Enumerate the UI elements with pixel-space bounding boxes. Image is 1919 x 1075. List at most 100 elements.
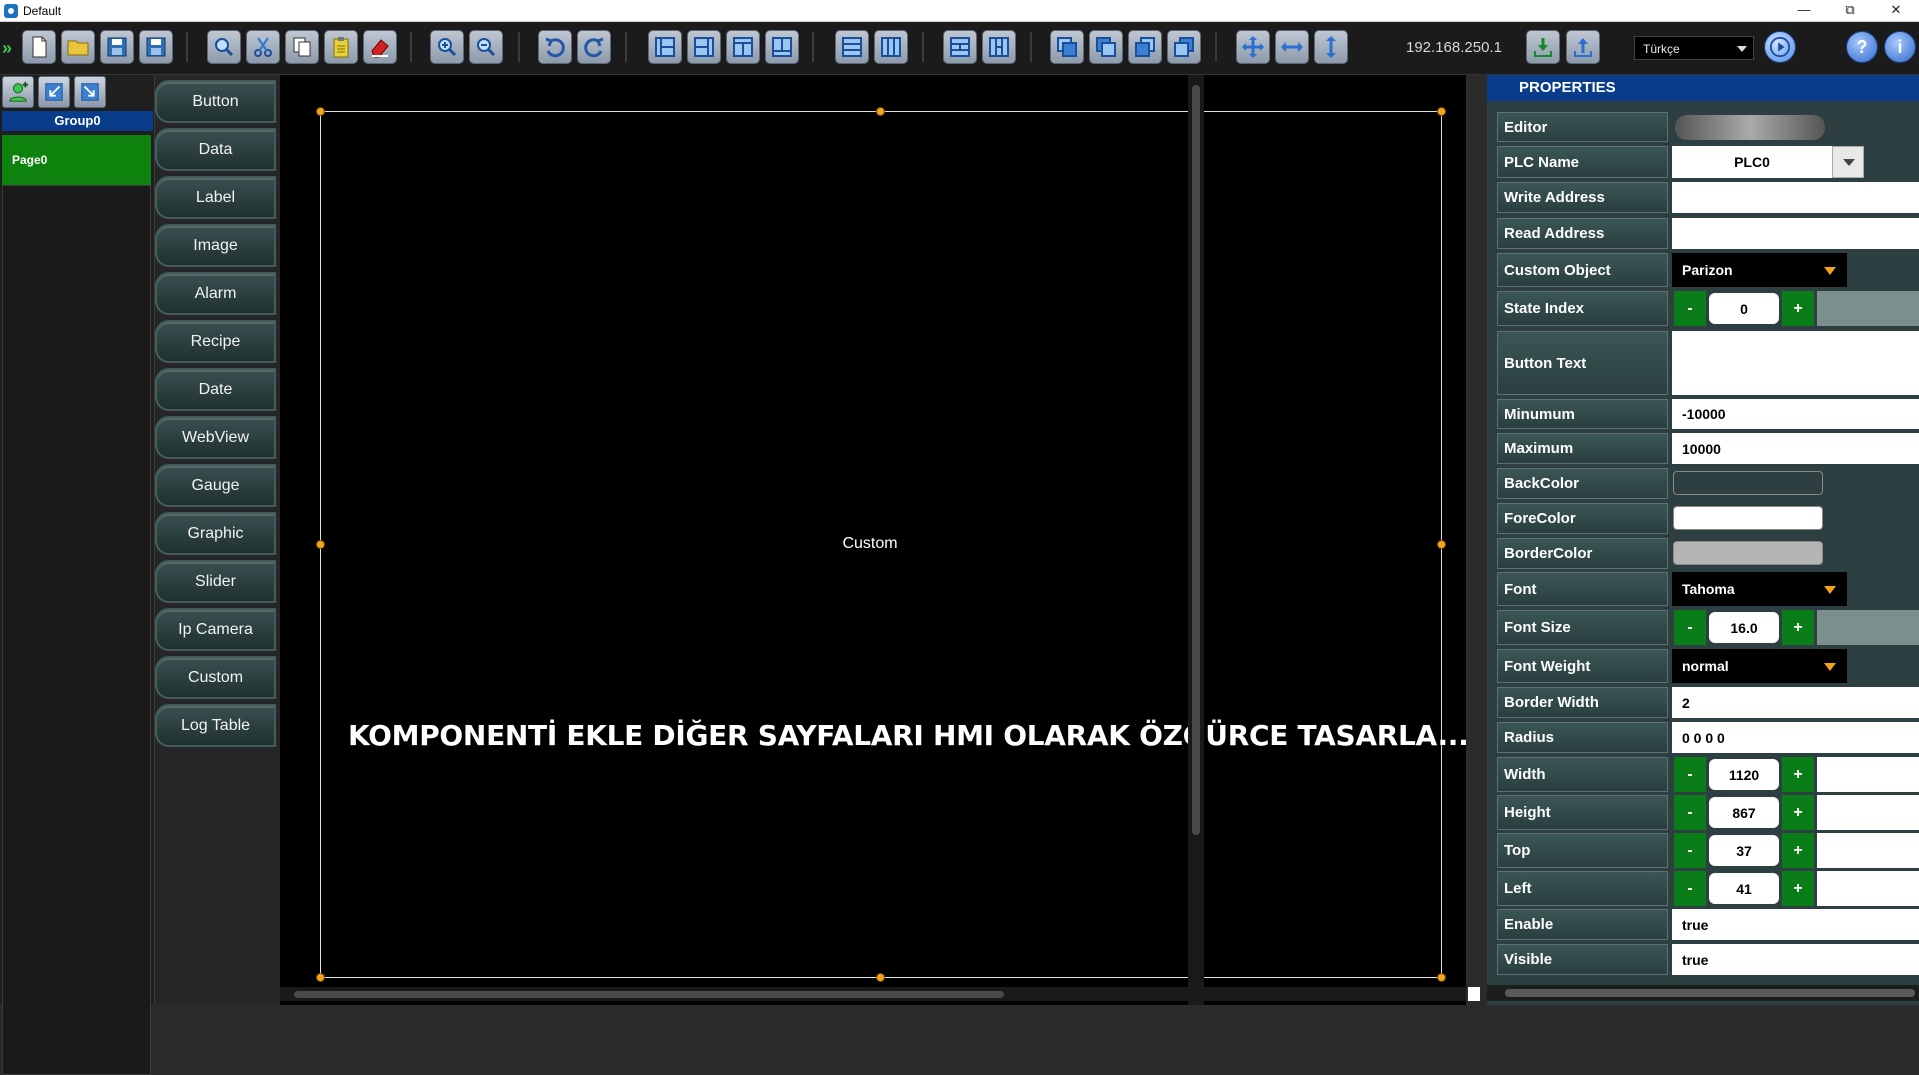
editor-button[interactable] <box>1675 115 1825 140</box>
same-width-button[interactable] <box>943 30 977 64</box>
left-value[interactable]: 41 <box>1709 873 1779 904</box>
move-horizontal-button[interactable] <box>1275 30 1309 64</box>
delete-button[interactable] <box>363 30 397 64</box>
info-button[interactable]: i <box>1884 31 1916 63</box>
component-alarm[interactable]: Alarm <box>155 272 276 315</box>
top-increment[interactable]: + <box>1782 833 1814 868</box>
canvas-horizontal-scrollbar[interactable] <box>280 987 1466 1001</box>
open-folder-button[interactable] <box>61 30 95 64</box>
align-right-button[interactable] <box>687 30 721 64</box>
font-weight-select[interactable]: normal <box>1672 649 1847 683</box>
send-to-back-button[interactable] <box>1167 30 1201 64</box>
scroll-thumb[interactable] <box>1192 85 1200 835</box>
component-date[interactable]: Date <box>155 368 276 411</box>
undo-button[interactable] <box>538 30 572 64</box>
distribute-horizontal-button[interactable] <box>874 30 908 64</box>
download-button[interactable] <box>1526 30 1560 64</box>
component-recipe[interactable]: Recipe <box>155 320 276 363</box>
send-backward-button[interactable] <box>1128 30 1162 64</box>
font-size-increment[interactable]: + <box>1782 610 1814 645</box>
bring-forward-button[interactable] <box>1089 30 1123 64</box>
forecolor-swatch[interactable] <box>1673 506 1823 530</box>
scroll-thumb[interactable] <box>294 991 1004 998</box>
distribute-vertical-button[interactable] <box>835 30 869 64</box>
group-header[interactable]: Group0 <box>2 111 153 131</box>
button-text-input[interactable] <box>1672 331 1919 395</box>
help-button[interactable]: ? <box>1846 31 1878 63</box>
height-increment[interactable]: + <box>1782 795 1814 830</box>
state-index-increment[interactable]: + <box>1782 291 1814 326</box>
save-button[interactable] <box>100 30 134 64</box>
state-index-decrement[interactable]: - <box>1674 291 1706 326</box>
top-value[interactable]: 37 <box>1709 835 1779 866</box>
height-value[interactable]: 867 <box>1709 797 1779 828</box>
zoom-out-button[interactable] <box>469 30 503 64</box>
read-address-input[interactable] <box>1672 218 1919 249</box>
language-select[interactable]: Türkçe <box>1634 36 1754 60</box>
resize-handle-right[interactable] <box>1437 540 1446 549</box>
page-list-item[interactable]: Page0 <box>2 135 151 185</box>
design-canvas[interactable]: Custom KOMPONENTİ EKLE DİĞER SAYFALARI H… <box>280 75 1469 1005</box>
font-size-decrement[interactable]: - <box>1674 610 1706 645</box>
component-log-table[interactable]: Log Table <box>155 704 276 747</box>
radius-input[interactable]: 0 0 0 0 <box>1672 722 1919 753</box>
new-file-button[interactable] <box>22 30 56 64</box>
copy-button[interactable] <box>285 30 319 64</box>
component-image[interactable]: Image <box>155 224 276 267</box>
component-ip-camera[interactable]: Ip Camera <box>155 608 276 651</box>
zoom-in-button[interactable] <box>430 30 464 64</box>
component-gauge[interactable]: Gauge <box>155 464 276 507</box>
resize-handle-top[interactable] <box>876 107 885 116</box>
resize-handle-top-right[interactable] <box>1437 107 1446 116</box>
paste-button[interactable] <box>324 30 358 64</box>
left-decrement[interactable]: - <box>1674 871 1706 906</box>
border-width-input[interactable]: 2 <box>1672 687 1919 718</box>
width-increment[interactable]: + <box>1782 757 1814 792</box>
upload-button[interactable] <box>1566 30 1600 64</box>
same-height-button[interactable] <box>982 30 1016 64</box>
height-decrement[interactable]: - <box>1674 795 1706 830</box>
component-custom[interactable]: Custom <box>155 656 276 699</box>
restore-button[interactable]: ⧉ <box>1827 0 1873 22</box>
component-button[interactable]: Button <box>155 80 276 123</box>
minimize-button[interactable]: — <box>1781 0 1827 22</box>
left-increment[interactable]: + <box>1782 871 1814 906</box>
run-button[interactable] <box>1764 31 1796 63</box>
font-size-value[interactable]: 16.0 <box>1709 612 1779 643</box>
top-decrement[interactable]: - <box>1674 833 1706 868</box>
component-label[interactable]: Label <box>155 176 276 219</box>
component-graphic[interactable]: Graphic <box>155 512 276 555</box>
properties-horizontal-scrollbar[interactable] <box>1487 985 1919 1001</box>
resize-handle-bottom-right[interactable] <box>1437 973 1446 982</box>
width-decrement[interactable]: - <box>1674 757 1706 792</box>
backcolor-swatch[interactable] <box>1673 471 1823 495</box>
font-select[interactable]: Tahoma <box>1672 572 1847 606</box>
write-address-input[interactable] <box>1672 182 1919 213</box>
add-page-button[interactable] <box>2 76 34 108</box>
scroll-thumb[interactable] <box>1505 989 1915 997</box>
enable-input[interactable]: true <box>1672 909 1919 940</box>
resize-handle-bottom[interactable] <box>876 973 885 982</box>
find-button[interactable] <box>207 30 241 64</box>
plc-name-dropdown-button[interactable] <box>1832 146 1864 178</box>
move-button[interactable] <box>1236 30 1270 64</box>
visible-input[interactable]: true <box>1672 944 1919 975</box>
width-value[interactable]: 1120 <box>1709 759 1779 790</box>
redo-button[interactable] <box>577 30 611 64</box>
resize-handle-bottom-left[interactable] <box>316 973 325 982</box>
custom-object-select[interactable]: Parizon <box>1672 253 1847 287</box>
save-as-button[interactable] <box>139 30 173 64</box>
component-slider[interactable]: Slider <box>155 560 276 603</box>
plc-name-select[interactable]: PLC0 <box>1672 146 1832 178</box>
align-top-button[interactable] <box>726 30 760 64</box>
bordercolor-swatch[interactable] <box>1673 541 1823 565</box>
cut-button[interactable] <box>246 30 280 64</box>
component-data[interactable]: Data <box>155 128 276 171</box>
page-import-button[interactable] <box>38 76 70 108</box>
state-index-value[interactable]: 0 <box>1709 293 1779 324</box>
align-bottom-button[interactable] <box>765 30 799 64</box>
page-export-button[interactable] <box>74 76 106 108</box>
component-webview[interactable]: WebView <box>155 416 276 459</box>
expand-panel-icon[interactable]: » <box>2 38 12 59</box>
move-vertical-button[interactable] <box>1314 30 1348 64</box>
